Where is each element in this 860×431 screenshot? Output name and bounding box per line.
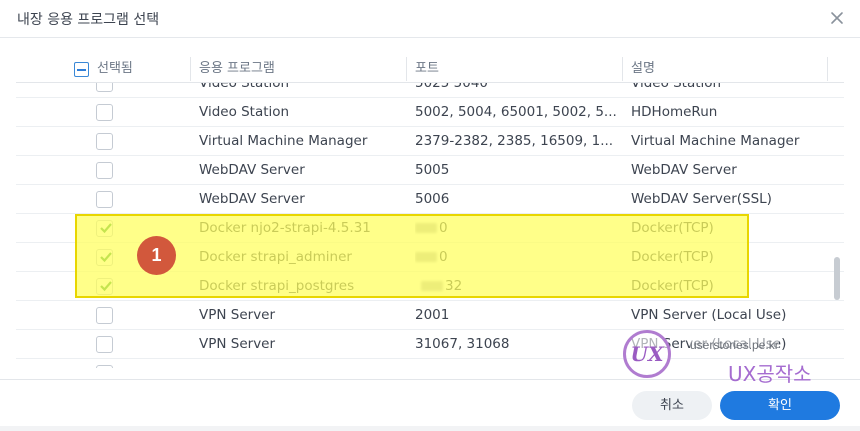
column-divider[interactable] (190, 57, 191, 81)
column-divider[interactable] (406, 57, 407, 81)
ok-button[interactable]: 확인 (720, 391, 840, 420)
step-badge: 1 (137, 236, 176, 275)
app-port: 5005 (415, 162, 450, 178)
app-description: WebDAV Server (631, 162, 737, 178)
app-name: Docker strapi_adminer (199, 249, 352, 265)
app-name: Docker njo2-strapi-4.5.31 (199, 220, 371, 236)
table-row[interactable]: Virtual Machine Manager 2379-2382, 2385,… (16, 127, 844, 156)
app-name: VPN Server (199, 336, 276, 352)
table-row[interactable]: Docker njo2-strapi-4.5.31 0 Docker(TCP) (16, 214, 844, 243)
app-description: HDHomeRun (631, 104, 718, 120)
app-port: 2379-2382, 2385, 16509, 1... (415, 133, 614, 149)
app-port: 0 (439, 249, 448, 265)
masked-port-blur (421, 281, 443, 291)
app-description: VPN Server (Local Use) (631, 307, 787, 323)
checkmark-icon (100, 281, 112, 292)
cancel-button[interactable]: 취소 (632, 391, 712, 420)
row-checkbox[interactable] (96, 336, 113, 353)
select-builtin-apps-dialog: 내장 응용 프로그램 선택 선택됨 응용 프로그램 포트 설명 Video St… (0, 0, 860, 431)
application-grid: 선택됨 응용 프로그램 포트 설명 Video Station 5025 504… (16, 55, 844, 368)
close-icon[interactable] (827, 8, 847, 28)
app-port: 5006 (415, 191, 450, 207)
column-divider[interactable] (622, 57, 623, 81)
row-checkbox[interactable] (96, 162, 113, 179)
app-port: 0 (439, 220, 448, 236)
app-name: Virtual Machine Manager (199, 133, 368, 149)
row-checkbox[interactable] (96, 365, 113, 368)
select-all-checkbox[interactable] (74, 62, 89, 77)
row-checkbox-checked[interactable] (96, 278, 113, 295)
app-description: WebDAV Server(SSL) (631, 191, 772, 207)
table-row[interactable]: Docker strapi_postgres 32 Docker(TCP) (16, 272, 844, 301)
checkmark-icon (100, 223, 112, 234)
app-description: Docker(TCP) (631, 278, 714, 294)
masked-port-blur (415, 223, 437, 233)
row-checkbox[interactable] (96, 307, 113, 324)
table-row[interactable]: WebDAV Server 5005 WebDAV Server (16, 156, 844, 185)
app-name: WebDAV Server (199, 162, 305, 178)
table-row[interactable]: WebDAV Server 5006 WebDAV Server(SSL) (16, 185, 844, 214)
dialog-title-bar: 내장 응용 프로그램 선택 (0, 0, 860, 38)
watermark: UX userstories.pe.kr UX공작소 (620, 330, 840, 386)
header-application[interactable]: 응용 프로그램 (199, 55, 275, 83)
row-checkbox-checked[interactable] (96, 220, 113, 237)
app-name: VPN Server (199, 307, 276, 323)
header-port[interactable]: 포트 (415, 55, 439, 83)
background-strip (0, 426, 860, 431)
row-checkbox[interactable] (96, 191, 113, 208)
app-port: 2001 (415, 307, 450, 323)
app-port-masked: 32 (415, 272, 620, 300)
app-name: Docker strapi_postgres (199, 278, 355, 294)
row-checkbox[interactable] (96, 133, 113, 150)
masked-port-blur (415, 252, 437, 262)
app-description: Docker(TCP) (631, 220, 714, 236)
row-checkbox-checked[interactable] (96, 249, 113, 266)
grid-scrollbar-thumb[interactable] (834, 257, 840, 300)
app-port: 32 (445, 278, 463, 294)
app-name: Video Station (199, 104, 290, 120)
dialog-title: 내장 응용 프로그램 선택 (17, 12, 160, 28)
app-port-masked: 0 (415, 243, 620, 271)
column-divider[interactable] (827, 57, 828, 81)
watermark-brand: UX공작소 (728, 362, 812, 386)
app-description: Virtual Machine Manager (631, 133, 800, 149)
row-checkbox[interactable] (96, 104, 113, 121)
table-row[interactable]: VPN Server 2001 VPN Server (Local Use) (16, 301, 844, 330)
app-description: Docker(TCP) (631, 249, 714, 265)
app-port: 5002, 5004, 65001, 5002, 5... (415, 104, 617, 120)
header-selected[interactable]: 선택됨 (97, 55, 133, 83)
app-port: 31067, 31068 (415, 336, 510, 352)
app-name: WebDAV Server (199, 191, 305, 207)
table-row[interactable]: Video Station 5002, 5004, 65001, 5002, 5… (16, 98, 844, 127)
checkmark-icon (100, 252, 112, 263)
app-port-masked: 0 (415, 214, 620, 242)
grid-header: 선택됨 응용 프로그램 포트 설명 (16, 55, 844, 83)
header-description[interactable]: 설명 (631, 55, 655, 83)
watermark-url: userstories.pe.kr (690, 338, 779, 352)
watermark-logo: UX (623, 330, 671, 378)
